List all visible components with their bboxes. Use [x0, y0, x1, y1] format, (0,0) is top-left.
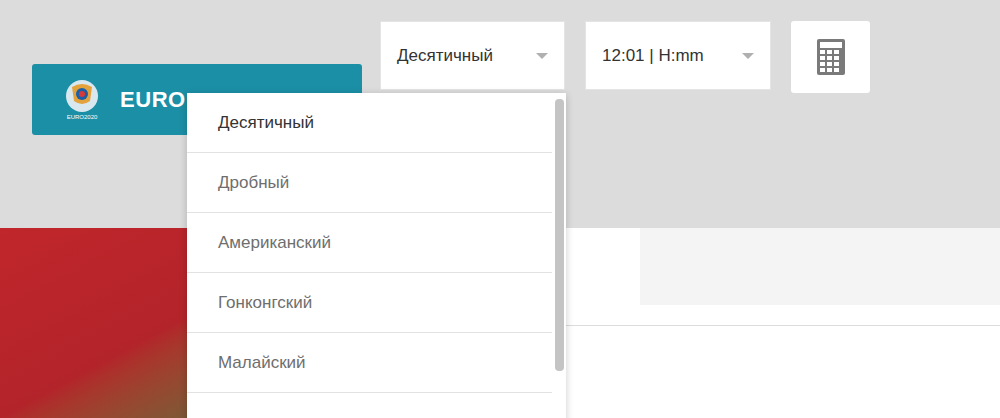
odds-format-select[interactable]: Десятичный [380, 21, 565, 90]
time-format-select[interactable]: 12:01 | H:mm [585, 21, 771, 90]
scrollbar-thumb[interactable] [555, 99, 564, 371]
menu-item[interactable]: Дробный [187, 153, 552, 213]
caret-icon [742, 53, 754, 59]
scrollbar[interactable] [552, 93, 566, 418]
menu-item[interactable]: Гонконгский [187, 273, 552, 333]
menu-item[interactable]: Американский [187, 213, 552, 273]
calculator-icon [817, 39, 845, 75]
menu-item[interactable]: Десятичный [187, 93, 552, 153]
odds-format-menu[interactable]: ДесятичныйДробныйАмериканскийГонконгский… [187, 93, 566, 418]
info-panel [640, 228, 1000, 305]
euro-logo: EURO2020 [56, 79, 108, 121]
menu-item[interactable]: Малайский [187, 333, 552, 393]
page: EURO2020EUROДесятичный12:01 | H:mmДесяти… [0, 0, 1000, 418]
caret-icon [536, 53, 548, 59]
trophy-icon [64, 79, 100, 113]
calculator-button[interactable] [791, 21, 870, 93]
